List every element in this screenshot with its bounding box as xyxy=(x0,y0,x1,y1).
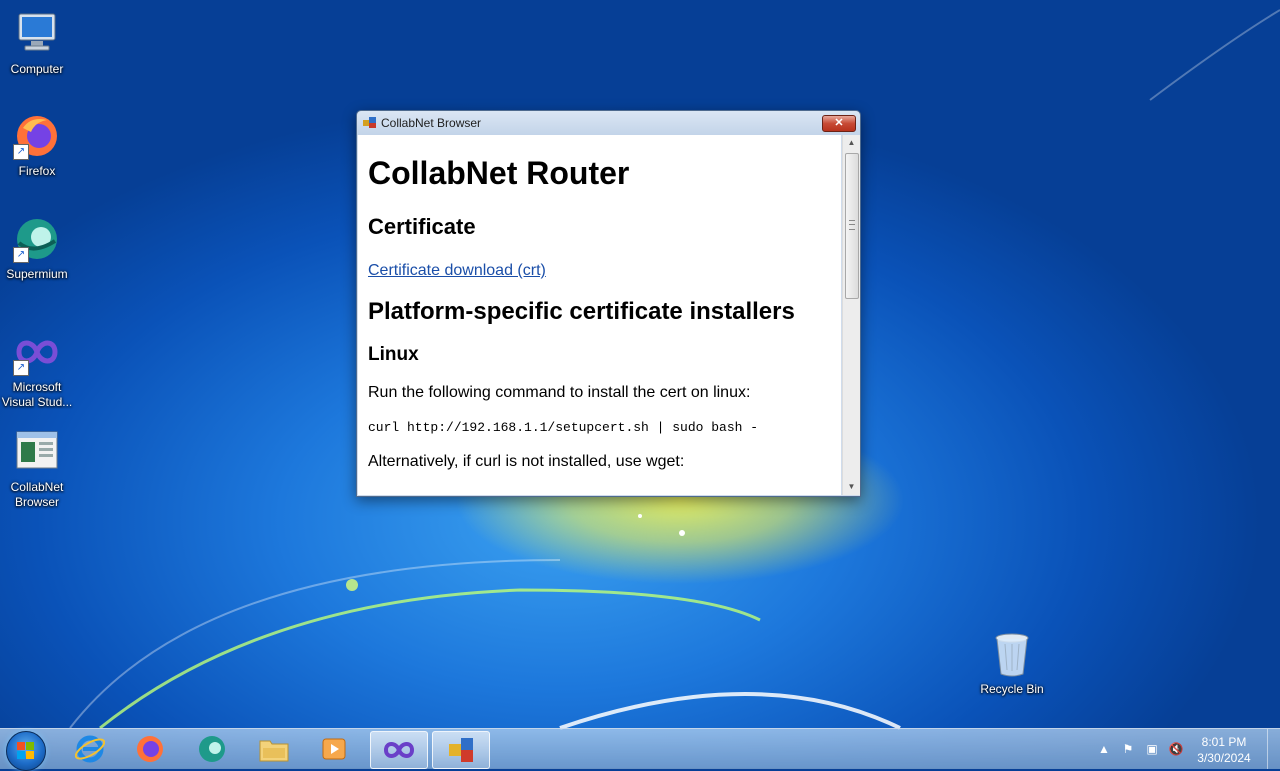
close-button[interactable]: ✕ xyxy=(822,115,856,132)
browser-content[interactable]: CollabNet Router Certificate Certificate… xyxy=(358,135,841,495)
desktop-icon-label: Firefox xyxy=(18,164,56,178)
certificate-download-link[interactable]: Certificate download (crt) xyxy=(368,262,546,280)
visual-studio-icon: ↗ xyxy=(13,328,61,376)
app-window-icon xyxy=(363,117,376,128)
taskbar-internet-explorer[interactable] xyxy=(62,731,118,767)
desktop-icon-label: CollabNet Browser xyxy=(10,480,64,509)
page-title: CollabNet Router xyxy=(368,155,630,191)
firefox-icon xyxy=(137,736,163,762)
desktop-icon-label: Supermium xyxy=(6,267,68,281)
clock-time: 8:01 PM xyxy=(1201,735,1247,749)
action-center-flag-icon[interactable]: ⚑ xyxy=(1120,741,1136,757)
shortcut-arrow-icon: ↗ xyxy=(13,247,29,263)
start-button[interactable] xyxy=(6,731,46,771)
computer-icon xyxy=(13,10,61,58)
system-tray: ▲ ⚑ ▣ 🔇 8:01 PM 3/30/2024 xyxy=(1090,729,1280,769)
scroll-thumb[interactable] xyxy=(845,153,859,299)
scroll-up-arrow-icon[interactable]: ▲ xyxy=(843,135,860,151)
linux-instructions: Run the following command to install the… xyxy=(368,384,751,401)
shortcut-arrow-icon: ↗ xyxy=(13,144,29,160)
recycle-bin-icon xyxy=(992,630,1032,678)
linux-command: curl http://192.168.1.1/setupcert.sh | s… xyxy=(368,420,759,435)
desktop-icon-supermium[interactable]: ↗ Supermium xyxy=(0,215,74,282)
desktop-icon-label: Recycle Bin xyxy=(980,682,1044,696)
linux-heading: Linux xyxy=(368,344,419,365)
media-player-icon xyxy=(322,738,346,760)
certificate-heading: Certificate xyxy=(368,214,476,239)
desktop-icon-recycle-bin[interactable]: Recycle Bin xyxy=(975,630,1049,697)
taskbar-visual-studio[interactable] xyxy=(370,731,428,769)
scroll-down-arrow-icon[interactable]: ▼ xyxy=(843,479,860,495)
vertical-scrollbar[interactable]: ▲ ▼ xyxy=(842,135,860,495)
windows-logo-icon xyxy=(17,742,34,759)
show-hidden-icons-icon[interactable]: ▲ xyxy=(1096,741,1112,757)
collabnet-browser-window[interactable]: CollabNet Browser ✕ CollabNet Router Cer… xyxy=(356,110,861,497)
shortcut-arrow-icon: ↗ xyxy=(13,360,29,376)
collabnet-browser-icon xyxy=(449,738,473,762)
collabnet-browser-icon xyxy=(13,428,61,476)
desktop-icon-label: Microsoft Visual Stud... xyxy=(1,380,73,409)
taskbar: ▲ ⚑ ▣ 🔇 8:01 PM 3/30/2024 xyxy=(0,728,1280,771)
desktop-icon-label: Computer xyxy=(10,62,64,76)
window-titlebar[interactable]: CollabNet Browser ✕ xyxy=(357,111,860,135)
firefox-icon: ↗ xyxy=(13,112,61,160)
taskbar-firefox[interactable] xyxy=(122,731,178,767)
system-clock[interactable]: 8:01 PM 3/30/2024 xyxy=(1192,734,1256,766)
window-title: CollabNet Browser xyxy=(381,116,482,130)
desktop-icon-collabnet-browser[interactable]: CollabNet Browser xyxy=(0,428,74,510)
internet-explorer-icon xyxy=(75,735,105,763)
taskbar-collabnet-browser[interactable] xyxy=(432,731,490,769)
clock-date: 3/30/2024 xyxy=(1197,751,1251,765)
visual-studio-icon xyxy=(383,742,415,758)
supermium-icon: ↗ xyxy=(13,215,61,263)
taskbar-media-player[interactable] xyxy=(306,731,362,767)
desktop-icon-computer[interactable]: Computer xyxy=(0,10,74,77)
volume-muted-icon[interactable]: 🔇 xyxy=(1168,741,1184,757)
wget-instructions: Alternatively, if curl is not installed,… xyxy=(368,453,685,470)
desktop-icon-visual-studio[interactable]: ↗ Microsoft Visual Stud... xyxy=(0,328,74,410)
folder-icon xyxy=(259,740,289,762)
taskbar-file-explorer[interactable] xyxy=(246,731,302,767)
taskbar-supermium[interactable] xyxy=(184,731,240,767)
desktop-icon-firefox[interactable]: ↗ Firefox xyxy=(0,112,74,179)
installers-heading: Platform-specific certificate installers xyxy=(368,298,795,325)
show-desktop-button[interactable] xyxy=(1267,729,1280,769)
supermium-icon xyxy=(199,736,225,762)
network-icon[interactable]: ▣ xyxy=(1144,741,1160,757)
